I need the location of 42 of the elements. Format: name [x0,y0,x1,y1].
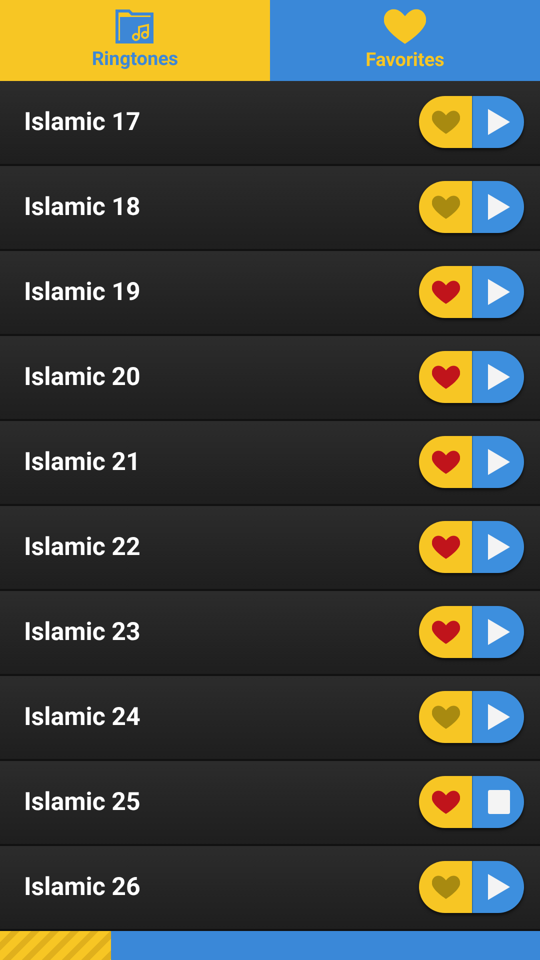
ringtone-title: Islamic 17 [24,106,140,139]
play-button[interactable] [472,96,524,148]
music-folder-icon [115,7,155,46]
favorite-button[interactable] [419,521,472,574]
ringtone-title: Islamic 25 [24,786,140,819]
play-button[interactable] [472,606,524,658]
ringtone-row[interactable]: Islamic 23 [0,590,540,676]
ringtone-row[interactable]: Islamic 21 [0,420,540,506]
ringtone-title: Islamic 20 [24,362,140,394]
favorite-button[interactable] [419,436,472,488]
ringtone-title: Islamic 23 [24,616,140,649]
play-button[interactable] [472,351,524,404]
play-button[interactable] [472,266,524,318]
ringtone-row[interactable]: Islamic 20 [0,336,540,421]
play-button[interactable] [472,181,524,234]
heart-icon [384,6,426,46]
favorite-button[interactable] [419,691,472,744]
ringtone-row[interactable]: Islamic 17 [0,80,540,166]
favorite-button[interactable] [419,861,472,914]
ringtone-title: Islamic 26 [24,872,140,904]
play-button[interactable] [472,861,524,914]
play-button[interactable] [472,691,524,744]
play-button[interactable] [472,521,524,574]
ringtone-title: Islamic 21 [24,446,140,479]
favorite-button[interactable] [419,181,472,234]
ringtone-row[interactable]: Islamic 22 [0,506,540,591]
favorite-button[interactable] [419,96,472,148]
play-button[interactable] [472,436,524,488]
ringtone-row[interactable]: Islamic 24 [0,676,540,761]
ringtone-title: Islamic 24 [24,702,140,734]
ringtone-title: Islamic 22 [24,532,140,564]
favorite-button[interactable] [419,606,472,658]
ringtone-row[interactable]: Islamic 19 [0,250,540,336]
favorite-button[interactable] [419,776,472,828]
ringtone-row[interactable]: Islamic 26 [0,846,540,931]
favorite-button[interactable] [419,351,472,404]
ringtone-title: Islamic 18 [24,192,140,224]
favorite-button[interactable] [419,266,472,318]
ringtone-row[interactable]: Islamic 18 [0,166,540,251]
ringtone-row[interactable]: Islamic 25 [0,760,540,846]
ringtone-title: Islamic 19 [24,276,140,309]
stop-button[interactable] [472,776,524,828]
